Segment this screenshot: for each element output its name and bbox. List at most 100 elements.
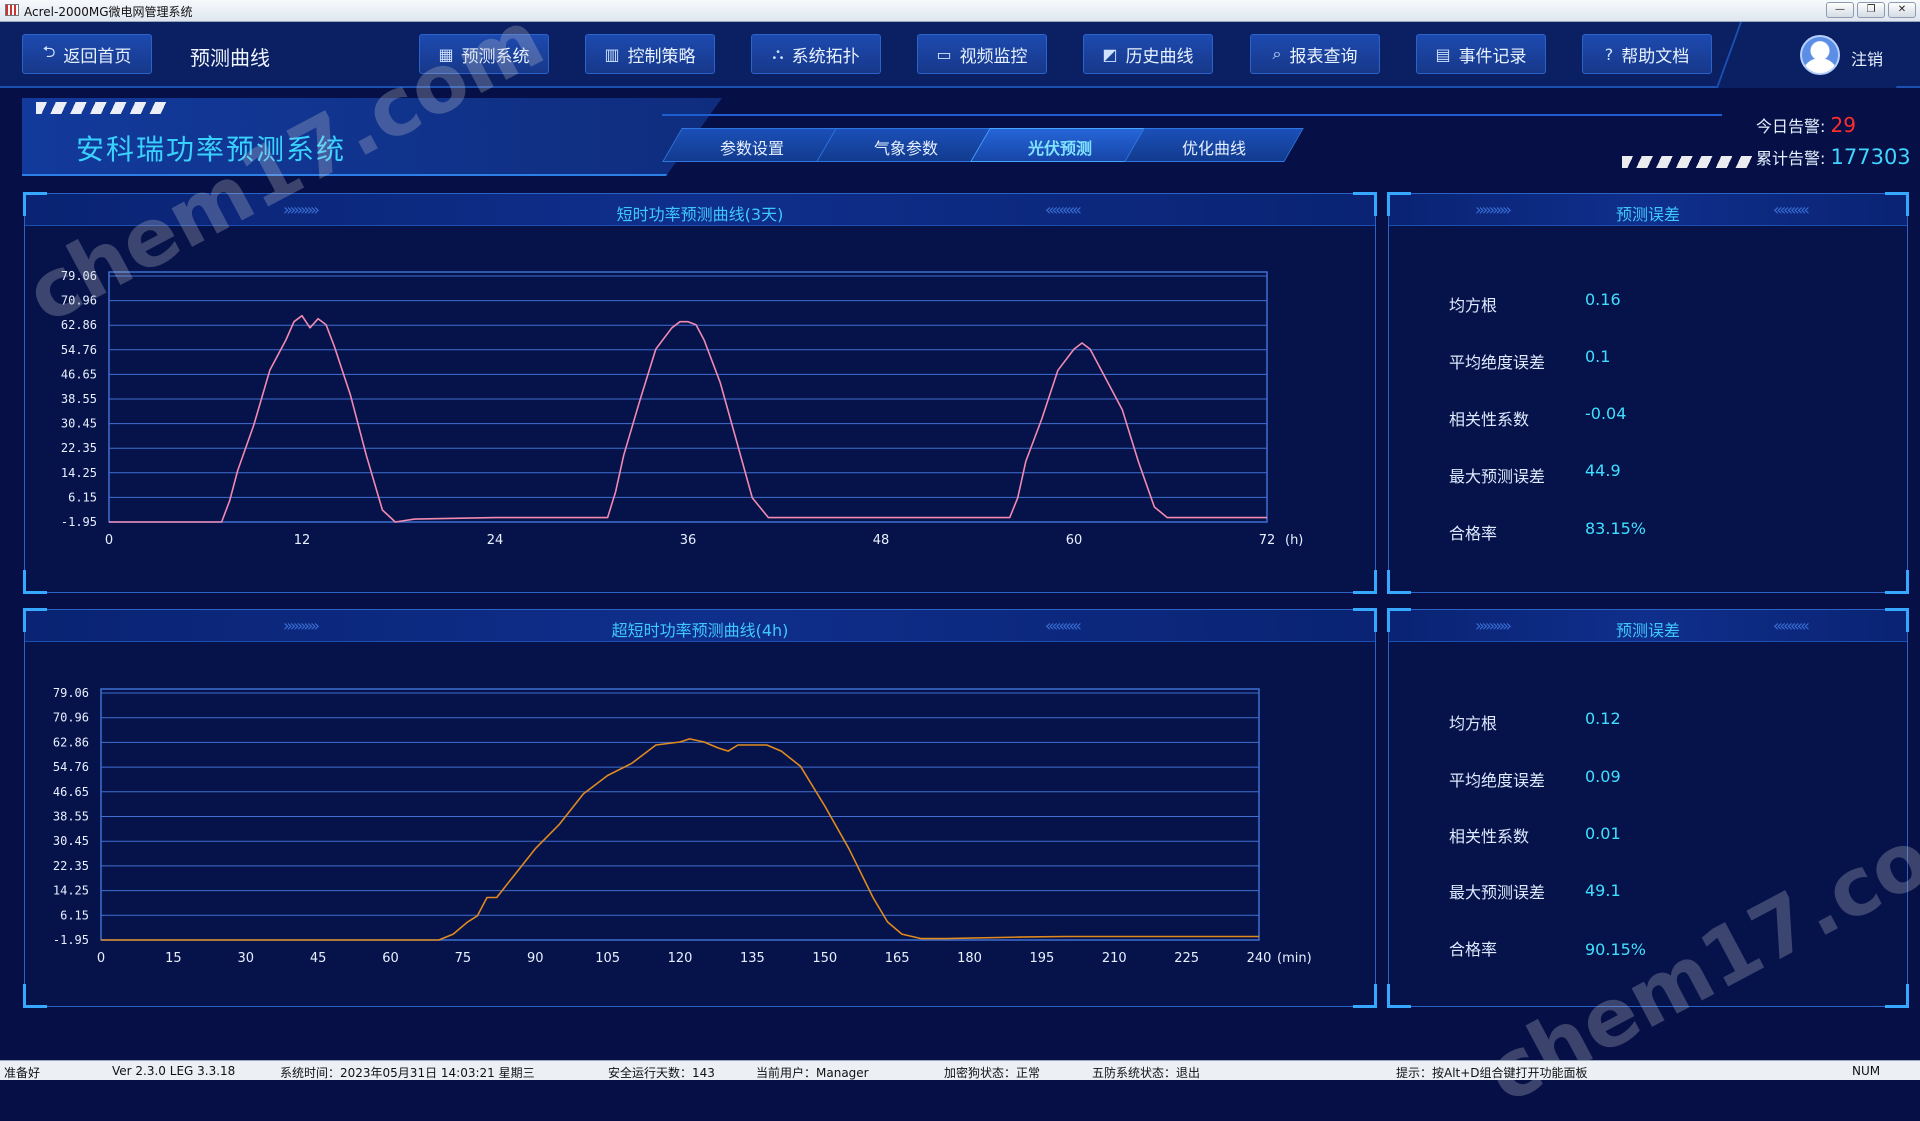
x-tick-label: 75 [455, 951, 472, 966]
panel-header: »»»»» 短时功率预测曲线(3天) ««««« [25, 194, 1375, 226]
corner-decoration [1885, 608, 1909, 632]
series-line [109, 314, 1267, 523]
nav-control-strategy[interactable]: ▥ 控制策略 [585, 34, 715, 74]
x-tick-label: 165 [885, 951, 910, 966]
status-current-user: 当前用户：Manager [756, 1066, 869, 1080]
stat-label-mae: 平均绝度误差 [1449, 353, 1546, 372]
status-five-defense: 五防系统状态：退出 [1092, 1066, 1201, 1080]
nav-event-log[interactable]: ▤ 事件记录 [1416, 34, 1546, 74]
app-icon [5, 4, 19, 16]
chevrons-left-icon: ««««« [1773, 200, 1810, 219]
tab-pv-forecast[interactable]: 光伏预测 [980, 135, 1140, 159]
tab-parameter-settings[interactable]: 参数设置 [672, 135, 832, 159]
x-tick-label: 0 [97, 951, 105, 966]
y-tick-label: -1.95 [53, 933, 89, 947]
y-tick-label: 62.86 [61, 318, 97, 332]
nav-label: 历史曲线 [1125, 46, 1194, 67]
y-tick-label: 30.45 [53, 834, 89, 848]
nav-label: 报表查询 [1289, 46, 1358, 67]
corner-decoration [1353, 192, 1377, 216]
corner-decoration [1353, 984, 1377, 1008]
nav-system-topology[interactable]: ⛬ 系统拓扑 [751, 34, 881, 74]
avatar[interactable] [1800, 35, 1840, 75]
nav-forecast-system[interactable]: ▦ 预测系统 [419, 34, 549, 74]
nav-video-monitor[interactable]: ▭ 视频监控 [917, 34, 1047, 74]
tab-weather-params[interactable]: 气象参数 [826, 135, 986, 159]
ultra-short-chart-title: 超短时功率预测曲线(4h) [611, 621, 789, 640]
y-tick-label: 46.65 [53, 785, 89, 799]
logout-button[interactable]: 注销 [1851, 46, 1883, 70]
nav-report-query[interactable]: ⌕ 报表查询 [1250, 34, 1380, 74]
x-tick-label: 45 [310, 951, 327, 966]
short-term-chart-title: 短时功率预测曲线(3天) [616, 205, 784, 224]
x-tick-label: 180 [957, 951, 982, 966]
corner-decoration [1353, 608, 1377, 632]
corner-decoration [23, 192, 47, 216]
corner-decoration [1387, 984, 1411, 1008]
stat-label-max-error: 最大预测误差 [1449, 883, 1546, 902]
nav-label: 事件记录 [1458, 46, 1527, 67]
short-term-line-chart: 79.06 70.96 62.86 54.76 46.65 38.55 30.45 22.35… [61, 269, 1304, 548]
corner-decoration [23, 608, 47, 632]
x-tick-label: 135 [740, 951, 765, 966]
nav-history-curve[interactable]: ◩ 历史曲线 [1083, 34, 1213, 74]
plot-frame [108, 271, 1268, 523]
nav-label: 预测系统 [461, 46, 530, 67]
grid-icon: ▦ [438, 44, 454, 64]
topology-icon: ⛬ [772, 44, 784, 63]
page-title: 预测曲线 [190, 46, 270, 70]
maximize-button[interactable]: ❐ [1857, 2, 1885, 18]
alarm-total-label: 累计告警: [1756, 149, 1826, 168]
y-tick-label: 38.55 [61, 392, 97, 406]
y-tick-label: 30.45 [61, 417, 97, 431]
sliders-icon: ▥ [604, 44, 620, 64]
nav-label: 控制策略 [627, 46, 696, 67]
stat-value-rmse: 0.12 [1585, 709, 1621, 728]
y-tick-label: 38.55 [53, 810, 89, 824]
tab-optimize-curve[interactable]: 优化曲线 [1134, 135, 1294, 159]
ultra-short-line-chart: 79.06 70.96 62.86 54.76 46.65 38.55 30.45 22.35… [53, 686, 1312, 966]
stat-label-mae: 平均绝度误差 [1449, 771, 1546, 790]
corner-decoration [1387, 192, 1411, 216]
chevrons-left-icon: ««««« [1045, 616, 1082, 635]
x-tick-label: 36 [680, 533, 697, 548]
banner-stripes-decoration [36, 102, 166, 114]
x-axis-unit-label: (min) [1277, 951, 1312, 966]
stat-value-max-error: 49.1 [1585, 881, 1621, 900]
y-tick-label: 22.35 [53, 859, 89, 873]
x-tick-label: 60 [382, 951, 399, 966]
corner-decoration [1353, 570, 1377, 594]
minimize-button[interactable]: — [1826, 2, 1854, 18]
x-tick-label: 15 [165, 951, 182, 966]
status-system-time: 系统时间：2023年05月31日 14:03:21 星期三 [280, 1066, 535, 1080]
x-tick-label: 225 [1174, 951, 1199, 966]
y-tick-label: -1.95 [61, 515, 97, 529]
nav-help-docs[interactable]: ? 帮助文档 [1582, 34, 1712, 74]
status-version: Ver 2.3.0 LEG 3.3.18 [112, 1064, 236, 1078]
y-tick-label: 6.15 [68, 490, 97, 504]
system-banner: 安科瑞功率预测系统 参数设置 气象参数 光伏预测 优化曲线 [22, 98, 1752, 176]
stat-value-correlation: -0.04 [1585, 404, 1627, 423]
y-tick-label: 14.25 [53, 884, 89, 898]
corner-decoration [1885, 192, 1909, 216]
panel-header: »»»»» 预测误差 ««««« [1389, 194, 1907, 226]
stat-value-pass-rate: 83.15% [1585, 519, 1647, 538]
stat-value-mae: 0.09 [1585, 767, 1621, 786]
y-tick-label: 54.76 [53, 760, 89, 774]
chart-icon: ◩ [1102, 44, 1118, 64]
back-home-button[interactable]: ⮌ 返回首页 [22, 34, 152, 74]
nav-label: 视频监控 [959, 46, 1028, 67]
close-button[interactable]: ✕ [1888, 2, 1916, 18]
chevrons-left-icon: ««««« [1773, 616, 1810, 635]
corner-decoration [23, 984, 47, 1008]
x-axis-unit-label: (h) [1285, 533, 1303, 548]
y-tick-label: 54.76 [61, 343, 97, 357]
x-tick-label: 60 [1066, 533, 1083, 548]
y-tick-label: 79.06 [61, 269, 97, 283]
y-tick-label: 70.96 [61, 294, 97, 308]
x-tick-label: 48 [873, 533, 890, 548]
stat-value-rmse: 0.16 [1585, 290, 1621, 309]
stat-value-max-error: 44.9 [1585, 461, 1621, 480]
stat-label-correlation: 相关性系数 [1449, 827, 1530, 846]
back-arrow-icon: ⮌ [42, 41, 56, 61]
